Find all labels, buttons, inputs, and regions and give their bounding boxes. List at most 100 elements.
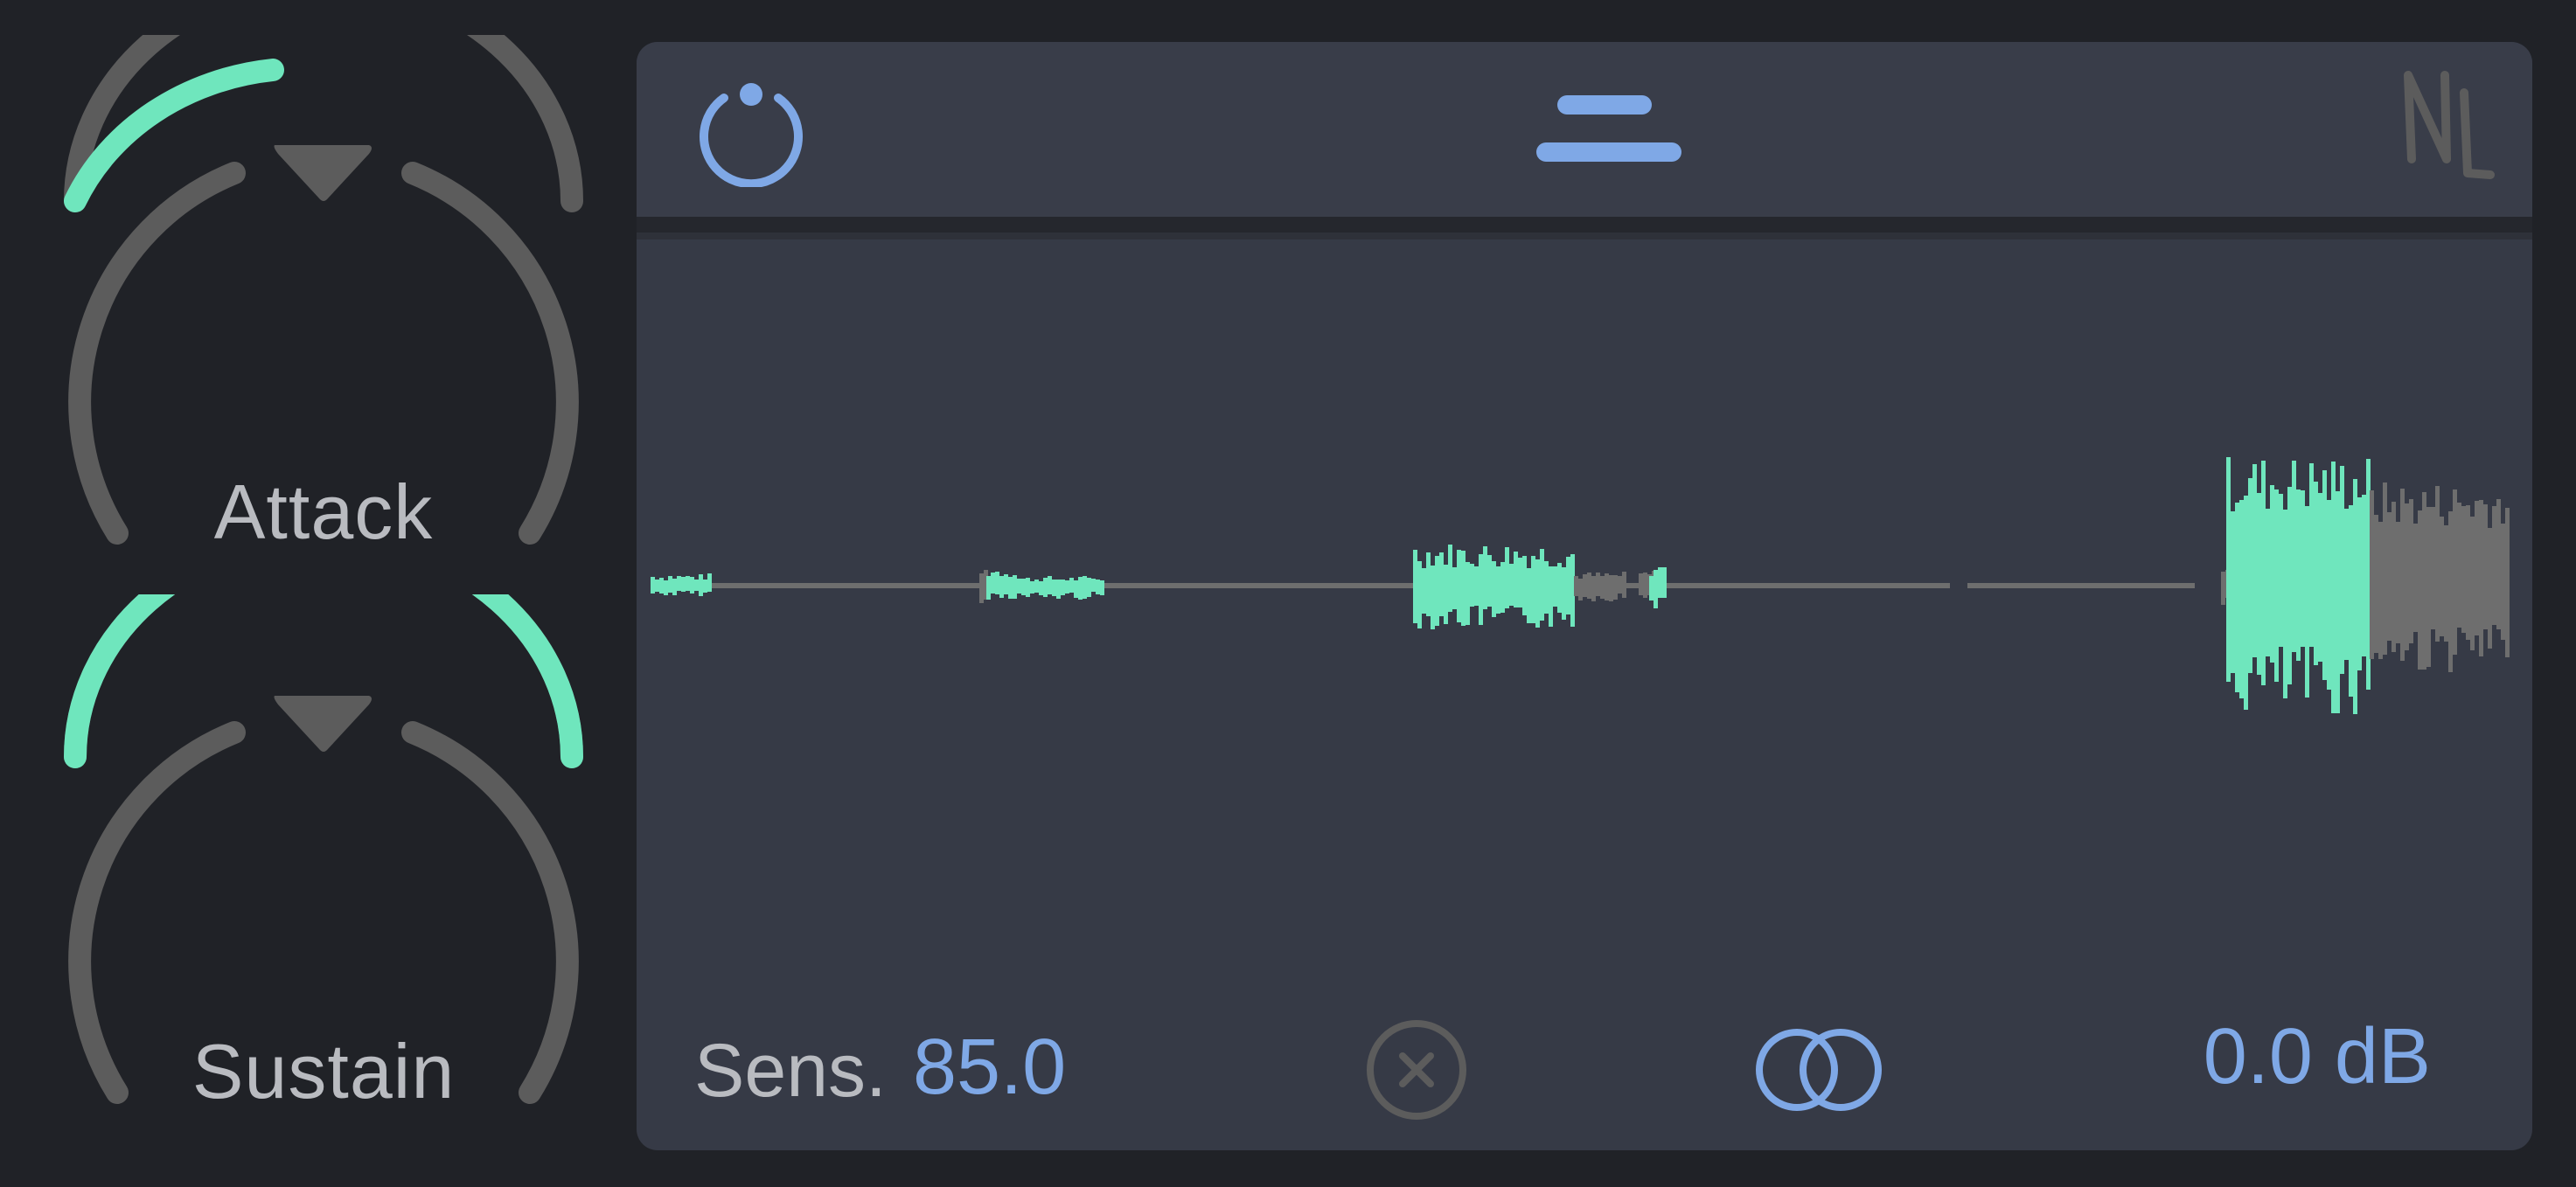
waveform-bar — [1004, 574, 1008, 594]
waveform-bar — [2435, 486, 2440, 642]
waveform-bar — [651, 577, 655, 594]
waveform-bar — [1091, 579, 1096, 592]
waveform-bar — [1074, 580, 1078, 598]
waveform-bar — [1052, 580, 1056, 596]
waveform-bar — [2457, 503, 2461, 628]
waveform-bar — [2374, 515, 2378, 653]
menu-icon[interactable] — [1530, 87, 1688, 175]
waveform-bar — [2301, 490, 2305, 647]
waveform-bar — [2461, 506, 2466, 633]
waveform-bar — [1417, 561, 1422, 628]
waveform-bar — [1622, 572, 1626, 598]
waveform-bar — [1496, 566, 1500, 614]
waveform-bar — [2287, 487, 2292, 684]
stereo-link-icon[interactable] — [1749, 1017, 1889, 1122]
waveform-bar — [2318, 493, 2322, 662]
waveform-bar — [2344, 509, 2349, 660]
waveform-bar — [2336, 491, 2340, 713]
waveform-bar — [2296, 489, 2301, 661]
waveform-bar — [1662, 567, 1667, 598]
waveform-bar — [681, 577, 686, 592]
waveform-bar — [2257, 493, 2261, 675]
attack-label: Attack — [213, 469, 434, 555]
waveform-bar — [1609, 575, 1613, 601]
waveform-bar — [690, 577, 694, 594]
waveform-bar — [1065, 580, 1069, 594]
power-icon[interactable] — [686, 73, 817, 187]
waveform-bar — [1583, 574, 1587, 597]
waveform-bar — [2453, 489, 2457, 655]
waveform-bar — [1444, 565, 1448, 624]
close-circle-icon[interactable] — [1361, 1014, 1472, 1126]
waveform-bar — [2261, 461, 2266, 685]
waveform-bar — [2444, 525, 2448, 642]
waveform-bar — [1540, 549, 1544, 621]
waveform-display[interactable] — [647, 253, 2518, 953]
attack-knob-pointer-icon — [274, 145, 372, 201]
waveform-bar — [1422, 568, 1426, 614]
plugin-window: Attack Sustain Sens. 85.0 0.0 dB — [0, 0, 2576, 1187]
waveform-bar — [1466, 562, 1470, 625]
waveform-bar — [1518, 558, 1522, 607]
sensitivity-value[interactable]: 85.0 — [913, 1023, 1066, 1113]
waveform-bar — [1426, 552, 1431, 616]
waveform-bar — [2221, 572, 2225, 605]
waveform-bar — [1043, 578, 1048, 597]
waveform-bar — [2248, 478, 2252, 673]
waveform-bar — [2305, 506, 2309, 698]
waveform-bar — [1431, 566, 1435, 629]
waveform-bar — [1505, 547, 1509, 608]
waveform-bar — [1514, 552, 1518, 607]
waveform-bar — [2475, 501, 2479, 635]
waveform-bar — [1078, 577, 1083, 600]
waveform-bar — [1492, 561, 1496, 617]
waveform-bar — [1658, 567, 1662, 598]
waveform-bar — [1654, 570, 1658, 608]
waveform-bar — [1034, 580, 1039, 593]
waveform-bar — [1613, 575, 1618, 600]
waveform-bar — [2483, 504, 2488, 629]
waveform-bar — [1639, 573, 1643, 595]
waveform-bar — [672, 579, 677, 595]
waveform-bar — [1527, 568, 1531, 623]
waveform-bar — [668, 576, 672, 593]
waveform-bar — [1470, 564, 1474, 607]
waveform-bar — [1535, 559, 1540, 628]
waveform-bar — [1435, 556, 1439, 626]
waveform-bar — [2378, 522, 2383, 659]
waveform-bar — [2327, 500, 2331, 690]
waveform-bar — [1413, 550, 1417, 623]
waveform-bar — [2396, 522, 2400, 643]
waveform-bar — [2409, 499, 2413, 643]
waveform-bar — [1500, 562, 1505, 613]
waveform-bar — [986, 576, 991, 600]
waveform-bar — [1600, 576, 1605, 599]
waveform-bar — [659, 578, 664, 594]
waveform-bar — [1100, 580, 1104, 595]
waveform-bar — [2322, 470, 2327, 680]
waveform-bar — [686, 576, 690, 591]
waveform-bar — [1557, 563, 1562, 613]
waveform-bar — [1643, 573, 1647, 598]
waveform-bar — [1566, 557, 1570, 614]
waveform-bar — [1439, 552, 1444, 616]
waveform-bar — [2488, 528, 2492, 649]
waveform-bar — [1026, 578, 1030, 597]
waveform-bar — [1017, 579, 1021, 594]
waveform-bar — [2309, 463, 2314, 647]
waveform-bar — [1087, 578, 1091, 597]
waveform-bar — [1553, 566, 1557, 607]
header-divider-shadow — [637, 233, 2532, 239]
output-gain-value[interactable]: 0.0 dB — [2169, 1012, 2431, 1102]
waveform-bar — [2314, 482, 2318, 665]
waveform-bar — [1562, 567, 1566, 620]
waveform-bar — [1039, 581, 1043, 595]
waveform-bar — [2226, 457, 2231, 682]
waveform-bar — [1069, 578, 1074, 593]
waveform-bar — [1578, 579, 1583, 600]
sustain-label: Sustain — [191, 1028, 456, 1114]
waveform-bar — [677, 576, 681, 591]
waveform-bar — [2239, 500, 2244, 698]
waveform-bar — [2274, 489, 2279, 682]
waveform-bar — [2400, 489, 2405, 661]
